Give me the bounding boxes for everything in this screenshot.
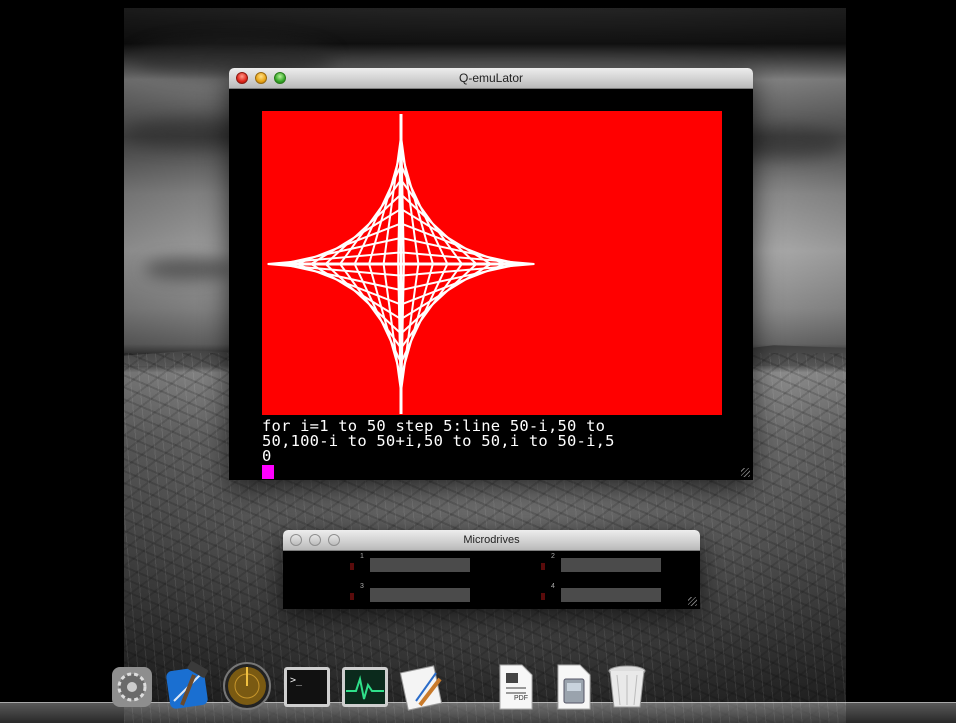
string-art-graphic	[267, 114, 535, 414]
qemulator-window: Q-emuLator for i=1 to 50 step 5:line 50-…	[229, 68, 753, 480]
microdrives-window: Microdrives 1 2 3 4	[283, 530, 700, 609]
emulator-screen[interactable]	[262, 111, 722, 415]
cloud	[144, 258, 234, 280]
window-title: Microdrives	[463, 534, 520, 546]
disk-image-icon[interactable]	[548, 661, 598, 711]
script-editor-icon[interactable]	[398, 661, 448, 711]
text-cursor	[262, 465, 274, 479]
close-button[interactable]	[290, 534, 302, 546]
terminal-icon[interactable]: >_	[282, 661, 332, 711]
svg-text:>_: >_	[290, 675, 303, 686]
pdf-badge: PDF	[514, 695, 528, 702]
xcode-icon[interactable]	[164, 661, 214, 711]
resize-grip[interactable]	[688, 597, 697, 606]
drive-number: 3	[360, 583, 364, 590]
resize-grip[interactable]	[741, 468, 750, 477]
window-title: Q-emuLator	[458, 71, 524, 85]
drive-number: 4	[551, 583, 555, 590]
minimize-button[interactable]	[255, 72, 267, 84]
drive-led-icon	[350, 593, 354, 600]
trash-icon[interactable]	[602, 661, 652, 711]
close-button[interactable]	[236, 72, 248, 84]
network-radar-icon[interactable]	[222, 661, 272, 711]
zoom-button[interactable]	[274, 72, 286, 84]
dock: >_ PDF	[0, 651, 956, 723]
drive-led-icon	[541, 563, 545, 570]
pdf-document-icon[interactable]: PDF	[490, 661, 540, 711]
basic-line-3: 0	[262, 447, 272, 465]
zoom-button[interactable]	[328, 534, 340, 546]
drive-led-icon	[541, 593, 545, 600]
basic-line-2: 50,100-i to 50+i,50 to 50,i to 50-i,5	[262, 432, 615, 450]
drive-number: 1	[360, 553, 364, 560]
activity-monitor-icon[interactable]	[340, 661, 390, 711]
drive-slot-bar[interactable]	[370, 588, 470, 602]
drive-led-icon	[350, 563, 354, 570]
microdrives-titlebar[interactable]: Microdrives	[283, 530, 700, 551]
drive-slot-bar[interactable]	[561, 558, 661, 572]
drive-slot-bar[interactable]	[561, 588, 661, 602]
system-preferences-icon[interactable]	[104, 661, 154, 711]
minimize-button[interactable]	[309, 534, 321, 546]
drive-number: 2	[551, 553, 555, 560]
drive-slot-bar[interactable]	[370, 558, 470, 572]
qemulator-titlebar[interactable]: Q-emuLator	[229, 68, 753, 89]
